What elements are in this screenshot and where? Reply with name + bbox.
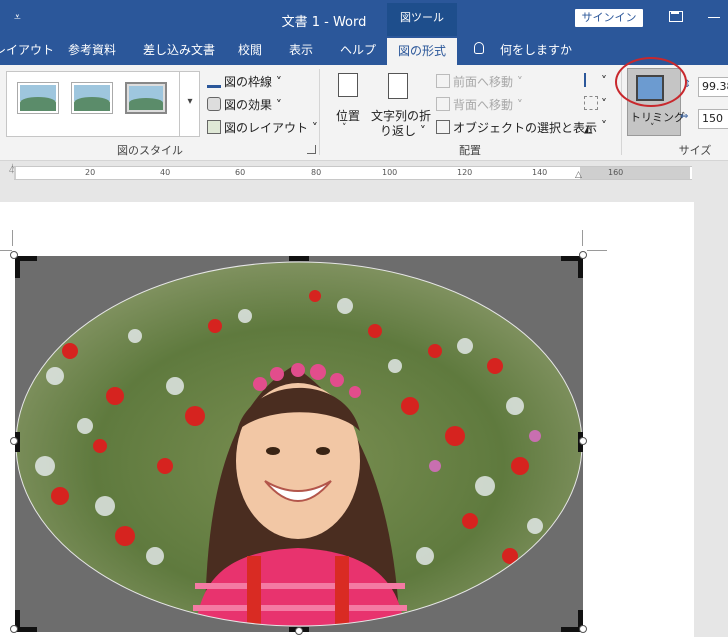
gallery-more-icon[interactable]: ▾ <box>179 72 200 136</box>
ruler-number: 120 <box>457 168 473 177</box>
picture-tools-context-label: 図ツール <box>387 3 457 36</box>
crop-label: トリミング <box>630 111 685 124</box>
crop-edge-handle[interactable] <box>289 256 309 261</box>
picture-layout-button[interactable]: 図のレイアウト ˅ <box>207 119 318 136</box>
picture-border-button[interactable]: 図の枠線 ˅ <box>207 73 282 90</box>
effects-icon <box>207 97 221 111</box>
picture-style-thumb[interactable] <box>17 82 59 114</box>
ruler-number: 100 <box>382 168 398 177</box>
group-separator <box>319 69 320 155</box>
highlight-circle <box>615 57 687 107</box>
sign-in-button[interactable]: サインイン <box>575 9 643 27</box>
ruler-strip: 20 40 60 80 100 120 140 160 <box>14 166 692 180</box>
bring-forward-button[interactable]: 前面へ移動 ˅ <box>436 73 523 90</box>
tab-mailings[interactable]: 差し込み文書 <box>143 36 215 65</box>
crop-chevron-icon: ˅ <box>650 123 655 133</box>
lightbulb-icon <box>474 42 484 54</box>
tab-layout[interactable]: レイアウト <box>0 36 54 65</box>
group-button[interactable]: ˅ <box>584 96 607 111</box>
align-icon <box>584 73 598 87</box>
title-bar: ⩡ 文書 1 - Word 図ツール サインイン <box>0 0 728 36</box>
position-button[interactable]: 位置 <box>336 107 360 124</box>
right-indent-marker-icon[interactable]: △ <box>575 170 582 180</box>
rotate-button[interactable]: ◭ ˅ <box>584 119 607 136</box>
picture-style-thumb[interactable] <box>125 82 167 114</box>
pen-icon <box>207 74 221 88</box>
width-input[interactable]: 150 m <box>698 109 728 129</box>
send-backward-button[interactable]: 背面へ移動 ˅ <box>436 96 523 113</box>
resize-handle[interactable] <box>579 625 587 633</box>
rotate-icon: ◭ <box>584 122 593 135</box>
send-backward-icon <box>436 97 450 111</box>
ruler-number: 60 <box>235 168 246 177</box>
tab-picture-format[interactable]: 図の形式 <box>387 36 457 65</box>
group-label-arrange: 配置 <box>459 144 481 157</box>
height-input[interactable]: 99.38 <box>698 77 728 97</box>
tab-references[interactable]: 参考資料 <box>68 36 116 65</box>
wrap-text-button-line2[interactable]: り返し ˅ <box>380 122 426 139</box>
selection-pane-button[interactable]: オブジェクトの選択と表示 <box>436 119 597 136</box>
picture-styles-gallery: ▾ <box>6 71 200 137</box>
align-button[interactable]: ˅ <box>584 73 607 88</box>
minimize-icon[interactable] <box>708 17 720 18</box>
ribbon-tab-bar: レイアウト 参考資料 差し込み文書 校閲 表示 ヘルプ 図の形式 何をしますか <box>0 36 728 65</box>
selection-pane-icon <box>436 120 450 134</box>
layout-icon <box>207 120 221 134</box>
picture-effects-button[interactable]: 図の効果 ˅ <box>207 96 282 113</box>
resize-handle[interactable] <box>579 251 587 259</box>
ruler-number: 40 <box>160 168 171 177</box>
ruler-number: 20 <box>85 168 96 177</box>
width-icon: ⇔ <box>680 111 689 122</box>
wrap-text-icon <box>388 73 408 99</box>
ribbon-display-options-icon[interactable] <box>666 9 686 25</box>
resize-handle[interactable] <box>295 627 303 635</box>
group-objects-icon <box>584 96 598 110</box>
ruler-number: 140 <box>532 168 548 177</box>
tab-view[interactable]: 表示 <box>289 36 313 65</box>
resize-handle[interactable] <box>579 437 587 445</box>
tell-me-search[interactable]: 何をしますか <box>500 36 572 65</box>
picture-content <box>15 256 583 632</box>
dialog-launcher-icon[interactable] <box>307 145 316 154</box>
group-label-size: サイズ <box>678 144 712 157</box>
group-label-styles: 図のスタイル <box>117 144 183 157</box>
selected-picture[interactable] <box>15 256 583 632</box>
ruler-number: 160 <box>608 168 624 177</box>
crop-corner-handle[interactable] <box>578 256 583 278</box>
picture-style-thumb[interactable] <box>71 82 113 114</box>
ruler-number: 80 <box>311 168 322 177</box>
tab-review[interactable]: 校閲 <box>238 36 262 65</box>
bring-forward-icon <box>436 74 450 88</box>
crop-corner-handle[interactable] <box>15 256 20 278</box>
tab-help[interactable]: ヘルプ <box>340 36 376 65</box>
resize-handle[interactable] <box>10 437 18 445</box>
resize-handle[interactable] <box>10 625 18 633</box>
position-chevron-icon[interactable]: ˅ <box>342 123 347 133</box>
horizontal-ruler: ⏃ 20 40 60 80 100 120 140 160 △ <box>0 161 728 188</box>
position-icon <box>338 73 358 97</box>
resize-handle[interactable] <box>10 251 18 259</box>
